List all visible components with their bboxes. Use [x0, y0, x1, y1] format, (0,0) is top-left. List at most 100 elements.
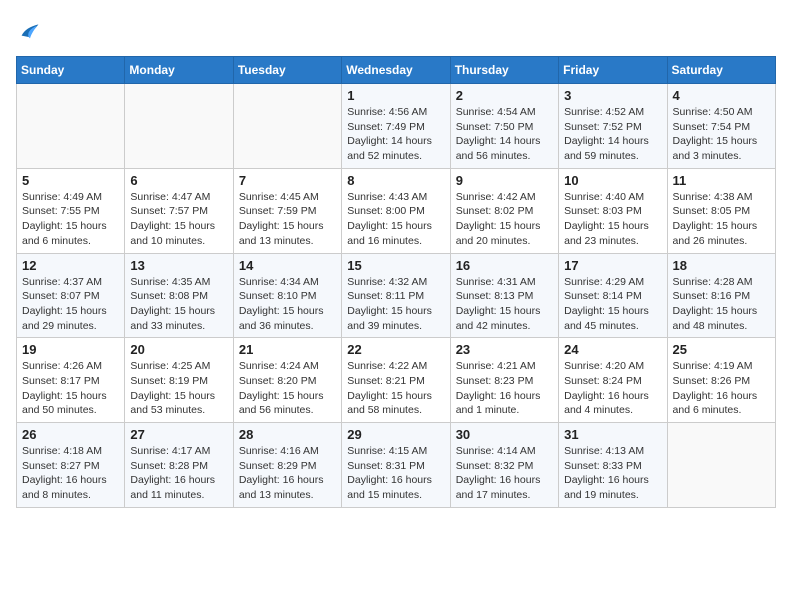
- weekday-header: Wednesday: [342, 57, 450, 84]
- day-number: 6: [130, 173, 227, 188]
- weekday-header: Monday: [125, 57, 233, 84]
- day-info: Sunrise: 4:32 AM Sunset: 8:11 PM Dayligh…: [347, 275, 444, 334]
- day-info: Sunrise: 4:25 AM Sunset: 8:19 PM Dayligh…: [130, 359, 227, 418]
- weekday-header: Sunday: [17, 57, 125, 84]
- calendar-cell: [17, 84, 125, 169]
- day-info: Sunrise: 4:19 AM Sunset: 8:26 PM Dayligh…: [673, 359, 770, 418]
- calendar-cell: 14 Sunrise: 4:34 AM Sunset: 8:10 PM Dayli…: [233, 253, 341, 338]
- day-info: Sunrise: 4:15 AM Sunset: 8:31 PM Dayligh…: [347, 444, 444, 503]
- weekday-header: Tuesday: [233, 57, 341, 84]
- day-number: 30: [456, 427, 553, 442]
- day-info: Sunrise: 4:31 AM Sunset: 8:13 PM Dayligh…: [456, 275, 553, 334]
- day-info: Sunrise: 4:28 AM Sunset: 8:16 PM Dayligh…: [673, 275, 770, 334]
- day-number: 2: [456, 88, 553, 103]
- day-number: 24: [564, 342, 661, 357]
- calendar-cell: 4Sunrise: 4:50 AM Sunset: 7:54 PM Daylig…: [667, 84, 775, 169]
- day-info: Sunrise: 4:49 AM Sunset: 7:55 PM Dayligh…: [22, 190, 119, 249]
- calendar-week-row: 5 Sunrise: 4:49 AM Sunset: 7:55 PM Daylig…: [17, 168, 776, 253]
- calendar-week-row: 26 Sunrise: 4:18 AM Sunset: 8:27 PM Dayli…: [17, 423, 776, 508]
- weekday-header: Saturday: [667, 57, 775, 84]
- day-number: 15: [347, 258, 444, 273]
- calendar-cell: 22 Sunrise: 4:22 AM Sunset: 8:21 PM Dayli…: [342, 338, 450, 423]
- day-number: 27: [130, 427, 227, 442]
- day-number: 28: [239, 427, 336, 442]
- day-number: 10: [564, 173, 661, 188]
- day-number: 1: [347, 88, 444, 103]
- day-number: 16: [456, 258, 553, 273]
- day-info: Sunrise: 4:35 AM Sunset: 8:08 PM Dayligh…: [130, 275, 227, 334]
- day-number: 22: [347, 342, 444, 357]
- day-number: 19: [22, 342, 119, 357]
- calendar-cell: 25 Sunrise: 4:19 AM Sunset: 8:26 PM Dayli…: [667, 338, 775, 423]
- calendar-cell: 15 Sunrise: 4:32 AM Sunset: 8:11 PM Dayli…: [342, 253, 450, 338]
- calendar-cell: 11 Sunrise: 4:38 AM Sunset: 8:05 PM Dayli…: [667, 168, 775, 253]
- calendar-cell: 18Sunrise: 4:28 AM Sunset: 8:16 PM Dayli…: [667, 253, 775, 338]
- calendar-cell: 3 Sunrise: 4:52 AM Sunset: 7:52 PM Daylig…: [559, 84, 667, 169]
- day-number: 5: [22, 173, 119, 188]
- calendar-cell: 8 Sunrise: 4:43 AM Sunset: 8:00 PM Daylig…: [342, 168, 450, 253]
- calendar-cell: 17 Sunrise: 4:29 AM Sunset: 8:14 PM Dayli…: [559, 253, 667, 338]
- day-info: Sunrise: 4:37 AM Sunset: 8:07 PM Dayligh…: [22, 275, 119, 334]
- day-info: Sunrise: 4:24 AM Sunset: 8:20 PM Dayligh…: [239, 359, 336, 418]
- day-number: 25: [673, 342, 770, 357]
- day-number: 3: [564, 88, 661, 103]
- day-info: Sunrise: 4:45 AM Sunset: 7:59 PM Dayligh…: [239, 190, 336, 249]
- calendar-week-row: 19 Sunrise: 4:26 AM Sunset: 8:17 PM Dayli…: [17, 338, 776, 423]
- day-info: Sunrise: 4:40 AM Sunset: 8:03 PM Dayligh…: [564, 190, 661, 249]
- calendar-cell: 7 Sunrise: 4:45 AM Sunset: 7:59 PM Daylig…: [233, 168, 341, 253]
- day-number: 8: [347, 173, 444, 188]
- day-number: 23: [456, 342, 553, 357]
- day-info: Sunrise: 4:38 AM Sunset: 8:05 PM Dayligh…: [673, 190, 770, 249]
- day-number: 4: [673, 88, 770, 103]
- calendar-cell: 23Sunrise: 4:21 AM Sunset: 8:23 PM Dayli…: [450, 338, 558, 423]
- calendar-cell: 27 Sunrise: 4:17 AM Sunset: 8:28 PM Dayli…: [125, 423, 233, 508]
- day-info: Sunrise: 4:29 AM Sunset: 8:14 PM Dayligh…: [564, 275, 661, 334]
- calendar-cell: 30 Sunrise: 4:14 AM Sunset: 8:32 PM Dayli…: [450, 423, 558, 508]
- day-info: Sunrise: 4:22 AM Sunset: 8:21 PM Dayligh…: [347, 359, 444, 418]
- day-number: 9: [456, 173, 553, 188]
- day-number: 7: [239, 173, 336, 188]
- logo: [16, 16, 48, 44]
- calendar-cell: 19 Sunrise: 4:26 AM Sunset: 8:17 PM Dayli…: [17, 338, 125, 423]
- calendar-cell: 28 Sunrise: 4:16 AM Sunset: 8:29 PM Dayli…: [233, 423, 341, 508]
- day-info: Sunrise: 4:43 AM Sunset: 8:00 PM Dayligh…: [347, 190, 444, 249]
- weekday-header: Friday: [559, 57, 667, 84]
- day-number: 20: [130, 342, 227, 357]
- calendar-cell: 29 Sunrise: 4:15 AM Sunset: 8:31 PM Dayli…: [342, 423, 450, 508]
- calendar-cell: 12Sunrise: 4:37 AM Sunset: 8:07 PM Dayli…: [17, 253, 125, 338]
- logo-bird-icon: [16, 16, 44, 44]
- day-info: Sunrise: 4:26 AM Sunset: 8:17 PM Dayligh…: [22, 359, 119, 418]
- calendar-cell: 21Sunrise: 4:24 AM Sunset: 8:20 PM Dayli…: [233, 338, 341, 423]
- day-number: 17: [564, 258, 661, 273]
- day-number: 31: [564, 427, 661, 442]
- calendar-cell: 9 Sunrise: 4:42 AM Sunset: 8:02 PM Daylig…: [450, 168, 558, 253]
- day-number: 29: [347, 427, 444, 442]
- calendar-cell: 13Sunrise: 4:35 AM Sunset: 8:08 PM Dayli…: [125, 253, 233, 338]
- day-info: Sunrise: 4:17 AM Sunset: 8:28 PM Dayligh…: [130, 444, 227, 503]
- day-info: Sunrise: 4:14 AM Sunset: 8:32 PM Dayligh…: [456, 444, 553, 503]
- day-number: 26: [22, 427, 119, 442]
- day-info: Sunrise: 4:18 AM Sunset: 8:27 PM Dayligh…: [22, 444, 119, 503]
- day-number: 11: [673, 173, 770, 188]
- calendar-cell: [233, 84, 341, 169]
- calendar-cell: 26 Sunrise: 4:18 AM Sunset: 8:27 PM Dayli…: [17, 423, 125, 508]
- calendar-cell: 24Sunrise: 4:20 AM Sunset: 8:24 PM Dayli…: [559, 338, 667, 423]
- day-info: Sunrise: 4:16 AM Sunset: 8:29 PM Dayligh…: [239, 444, 336, 503]
- calendar-week-row: 1 Sunrise: 4:56 AM Sunset: 7:49 PM Daylig…: [17, 84, 776, 169]
- day-info: Sunrise: 4:13 AM Sunset: 8:33 PM Dayligh…: [564, 444, 661, 503]
- calendar-cell: 31 Sunrise: 4:13 AM Sunset: 8:33 PM Dayli…: [559, 423, 667, 508]
- calendar-cell: 6 Sunrise: 4:47 AM Sunset: 7:57 PM Daylig…: [125, 168, 233, 253]
- calendar-table: SundayMondayTuesdayWednesdayThursdayFrid…: [16, 56, 776, 508]
- calendar-cell: 2Sunrise: 4:54 AM Sunset: 7:50 PM Daylig…: [450, 84, 558, 169]
- calendar-cell: [667, 423, 775, 508]
- day-info: Sunrise: 4:42 AM Sunset: 8:02 PM Dayligh…: [456, 190, 553, 249]
- calendar-cell: 10 Sunrise: 4:40 AM Sunset: 8:03 PM Dayli…: [559, 168, 667, 253]
- day-info: Sunrise: 4:52 AM Sunset: 7:52 PM Dayligh…: [564, 105, 661, 164]
- day-number: 14: [239, 258, 336, 273]
- day-info: Sunrise: 4:47 AM Sunset: 7:57 PM Dayligh…: [130, 190, 227, 249]
- page-header: [16, 16, 776, 44]
- weekday-header: Thursday: [450, 57, 558, 84]
- calendar-cell: 20 Sunrise: 4:25 AM Sunset: 8:19 PM Dayli…: [125, 338, 233, 423]
- day-info: Sunrise: 4:34 AM Sunset: 8:10 PM Dayligh…: [239, 275, 336, 334]
- day-info: Sunrise: 4:56 AM Sunset: 7:49 PM Dayligh…: [347, 105, 444, 164]
